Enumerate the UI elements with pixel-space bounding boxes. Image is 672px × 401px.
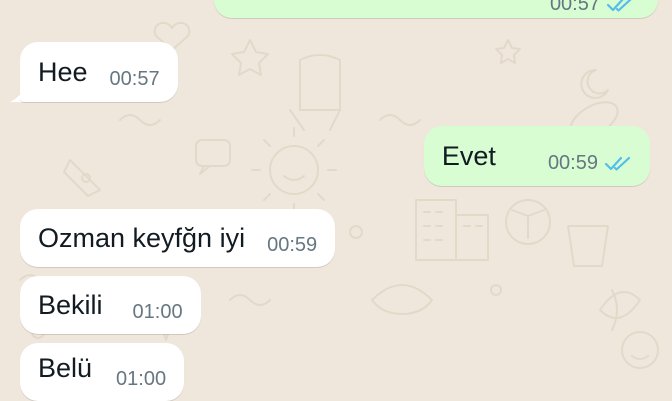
message-time: 01:00 bbox=[116, 368, 167, 390]
message-meta: 01:00 bbox=[133, 302, 183, 322]
message-meta: 00:59 bbox=[548, 153, 632, 173]
message-meta: 00:59 bbox=[267, 235, 317, 255]
read-ticks-icon bbox=[604, 156, 631, 171]
message-time: 00:59 bbox=[267, 234, 318, 256]
message-time: 00:57 bbox=[549, 0, 600, 15]
message-text: Evet bbox=[441, 140, 496, 171]
message-time: 00:57 bbox=[109, 68, 160, 90]
message-bubble-incoming[interactable]: Belü 01:00 bbox=[20, 343, 185, 401]
message-text: Hee bbox=[38, 56, 88, 87]
message-text: Bekili bbox=[38, 289, 103, 320]
message-meta: 01:00 bbox=[116, 369, 166, 389]
message-bubble-outgoing[interactable]: Evet 00:59 bbox=[423, 126, 650, 186]
read-ticks-icon bbox=[606, 0, 632, 12]
message-text: Ozman keyfğn iyi bbox=[38, 222, 246, 253]
message-time: 01:00 bbox=[132, 301, 183, 323]
message-meta: 00:57 bbox=[110, 69, 160, 89]
message-bubble-incoming[interactable]: Ozman keyfğn iyi 00:59 bbox=[20, 209, 336, 267]
message-bubble-outgoing[interactable]: 00:57 bbox=[214, 0, 658, 18]
message-time: 00:59 bbox=[547, 152, 598, 174]
message-bubble-incoming[interactable]: Hee 00:57 bbox=[20, 42, 178, 102]
message-bubble-incoming[interactable]: Bekili 01:00 bbox=[20, 276, 201, 334]
message-meta: 00:57 bbox=[550, 0, 634, 14]
